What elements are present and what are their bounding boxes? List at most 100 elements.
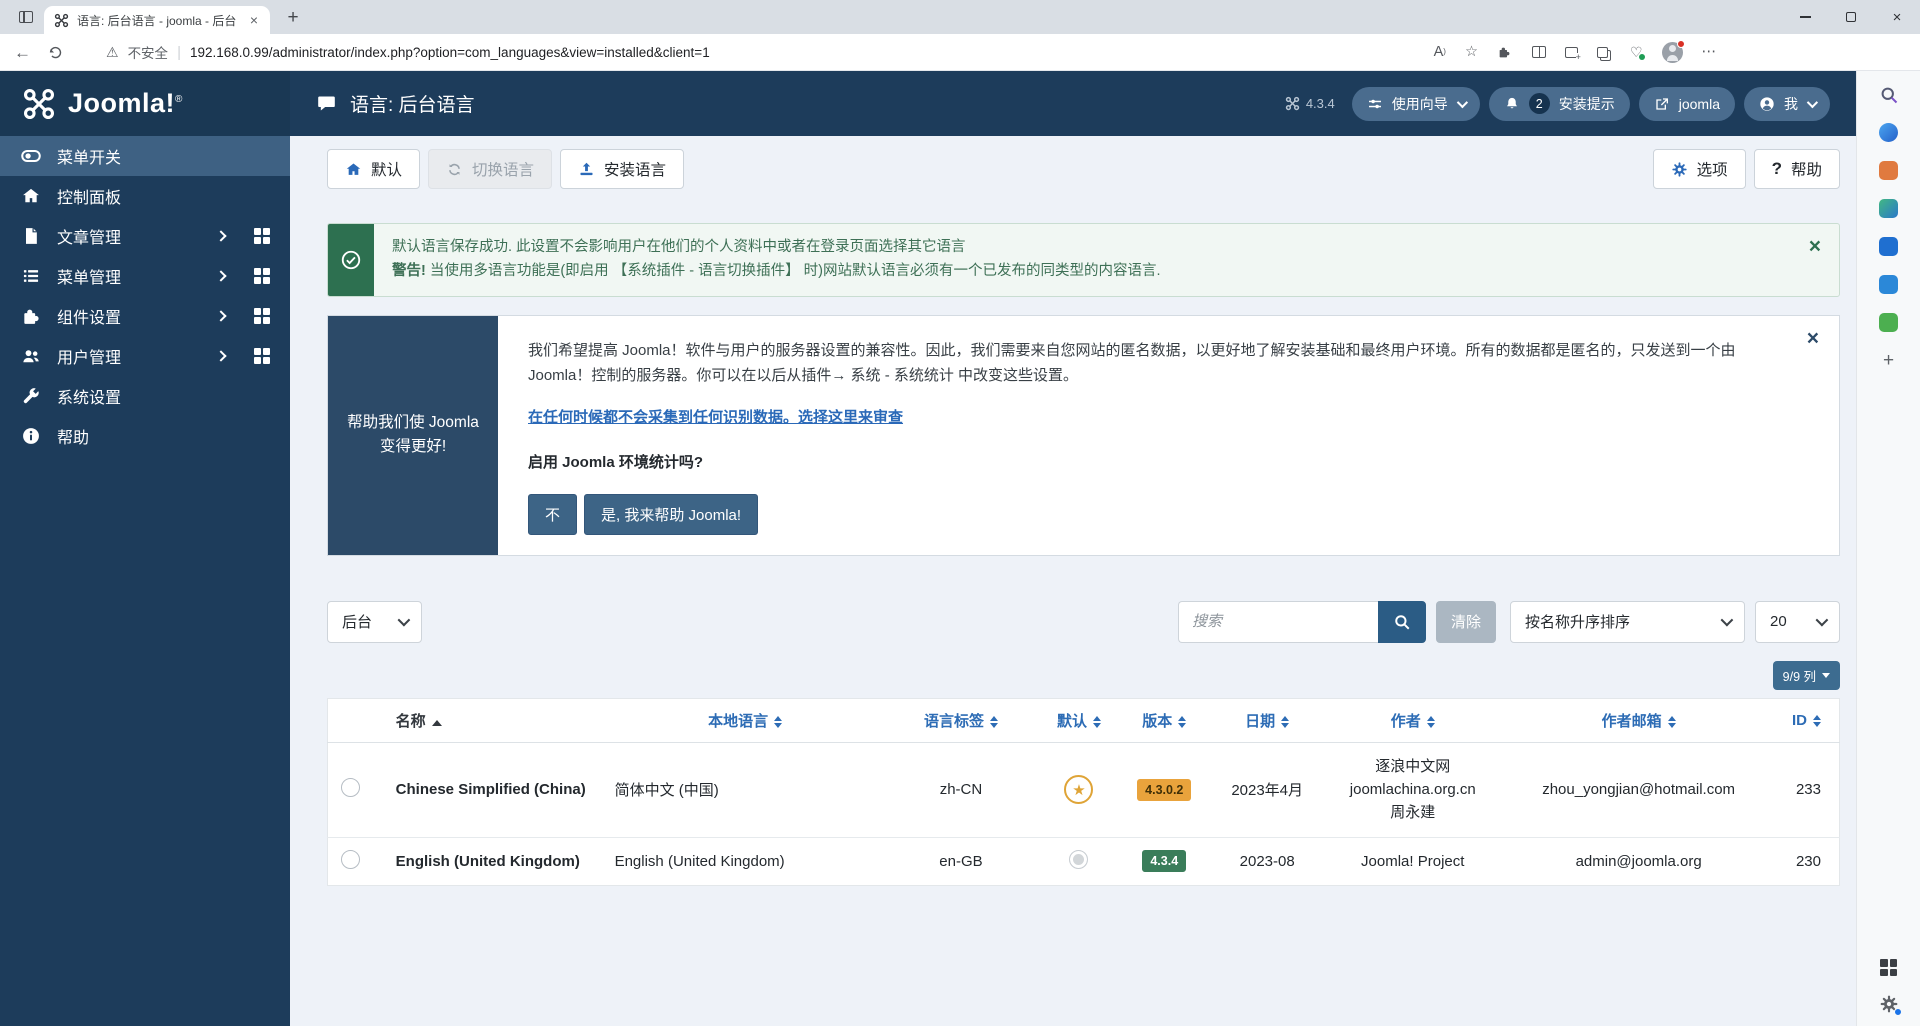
sidebar-shopping-icon[interactable] (1878, 160, 1899, 181)
logo-text: Joomla! (68, 88, 175, 118)
stats-close-icon[interactable]: × (1807, 328, 1819, 349)
columns-badge-row: 9/9 列 (327, 661, 1840, 690)
set-default-radio[interactable] (1069, 850, 1088, 869)
sidebar-microsoft365-icon[interactable] (1878, 274, 1899, 295)
search-submit-button[interactable] (1378, 601, 1426, 643)
dashboard-grid-icon[interactable] (254, 268, 270, 284)
alert-close-icon[interactable]: × (1809, 224, 1839, 296)
designer-glyph (1879, 199, 1898, 218)
profile-avatar[interactable] (1662, 42, 1683, 63)
new-tab-button[interactable]: + (280, 7, 306, 29)
column-header-name[interactable]: 名称 (374, 698, 605, 742)
read-aloud-icon[interactable]: A) (1434, 45, 1446, 60)
sidebar-item-components[interactable]: 组件设置 (0, 296, 290, 336)
browser-tab[interactable]: 语言: 后台语言 - joomla - 后台 × (44, 6, 270, 34)
sidebar-designer-icon[interactable] (1878, 198, 1899, 219)
dashboard-grid-icon[interactable] (254, 348, 270, 364)
filter-bar: 后台 清除 按名称升序排序 (327, 601, 1840, 643)
sidebar-item-articles[interactable]: 文章管理 (0, 216, 290, 256)
sidebar-item-users[interactable]: 用户管理 (0, 336, 290, 376)
stats-panel-aside: 帮助我们使 Joomla 变得更好! (328, 316, 498, 555)
language-id: 233 (1779, 742, 1839, 837)
user-menu-button[interactable]: 我 (1744, 87, 1830, 121)
chevron-right-icon (215, 310, 226, 321)
caret-down-icon (1822, 673, 1830, 678)
language-native: English (United Kingdom) (605, 837, 886, 885)
collections-icon[interactable] (1565, 47, 1578, 58)
minimize-icon (1800, 16, 1811, 18)
settings-menu-icon[interactable]: ⋯ (1702, 45, 1717, 60)
table-header-row: 名称 本地语言 语言标签 默认 版本 日期 作者 作者邮箱 ID (328, 698, 1840, 742)
sidebar-settings-gear-icon[interactable] (1878, 993, 1899, 1014)
refresh-icon[interactable] (47, 44, 64, 61)
column-header-version[interactable]: 版本 (1122, 698, 1207, 742)
switch-language-button[interactable]: 切换语言 (428, 149, 552, 189)
maximize-icon (1846, 12, 1856, 22)
options-button[interactable]: 选项 (1653, 149, 1746, 189)
column-header-author[interactable]: 作者 (1327, 698, 1498, 742)
window-minimize-button[interactable] (1782, 0, 1828, 34)
help-label: 帮助 (1791, 158, 1822, 180)
sidebar-item-help[interactable]: 帮助 (0, 416, 290, 456)
languages-table: 名称 本地语言 语言标签 默认 版本 日期 作者 作者邮箱 ID (327, 698, 1840, 886)
language-tag: zh-CN (886, 742, 1037, 837)
help-button[interactable]: ? 帮助 (1754, 149, 1840, 189)
capture-glyph (1880, 959, 1897, 976)
chevron-down-icon (1807, 96, 1818, 107)
sidebar-item-system[interactable]: 系统设置 (0, 376, 290, 416)
column-header-native[interactable]: 本地语言 (605, 698, 886, 742)
sort-select[interactable]: 按名称升序排序 (1510, 601, 1745, 643)
install-language-button[interactable]: 安装语言 (560, 149, 684, 189)
search-input[interactable] (1178, 601, 1378, 643)
column-header-default[interactable]: 默认 (1036, 698, 1121, 742)
columns-toggle-badge[interactable]: 9/9 列 (1773, 661, 1840, 690)
shopping-glyph (1879, 161, 1898, 180)
m365-glyph (1879, 275, 1898, 294)
check-circle-icon (340, 249, 362, 271)
address-bar[interactable]: ⚠ 不安全 | 192.168.0.99/administrator/index… (80, 42, 1418, 62)
back-icon[interactable]: ← (14, 44, 31, 61)
dashboard-grid-icon[interactable] (254, 228, 270, 244)
row-select-radio[interactable] (341, 850, 360, 869)
dashboard-grid-icon[interactable] (254, 308, 270, 324)
column-header-date[interactable]: 日期 (1207, 698, 1327, 742)
row-select-radio[interactable] (341, 778, 360, 797)
extensions-icon[interactable] (1497, 44, 1513, 60)
tab-close-icon[interactable]: × (248, 12, 260, 28)
favorites-star-icon[interactable]: ☆ (1465, 45, 1478, 60)
default-language-star-icon[interactable]: ★ (1064, 775, 1093, 804)
column-header-tag[interactable]: 语言标签 (886, 698, 1037, 742)
settings-notification-dot (1894, 1008, 1902, 1016)
column-header-email[interactable]: 作者邮箱 (1498, 698, 1779, 742)
guided-tour-button[interactable]: 使用向导 (1352, 87, 1480, 121)
copy-page-icon[interactable] (1597, 47, 1611, 58)
default-button[interactable]: 默认 (327, 149, 420, 189)
client-select[interactable]: 后台 (327, 601, 422, 643)
sidebar-item-control-panel[interactable]: 控制面板 (0, 176, 290, 216)
window-close-button[interactable]: × (1874, 0, 1920, 34)
sidebar-item-menus[interactable]: 菜单管理 (0, 256, 290, 296)
sidebar-item-menu-toggle[interactable]: 菜单开关 (0, 136, 290, 176)
sidebar-eco-icon[interactable] (1878, 312, 1899, 333)
clear-button[interactable]: 清除 (1436, 601, 1496, 643)
screen-capture-icon[interactable] (1878, 957, 1899, 978)
alert-message: 默认语言保存成功. 此设置不会影响用户在他们的个人资料中或者在登录页面选择其它语… (374, 224, 1809, 296)
stats-yes-button[interactable]: 是, 我来帮助 Joomla! (584, 494, 758, 535)
column-header-id[interactable]: ID (1779, 698, 1839, 742)
limit-select[interactable]: 20 (1755, 601, 1840, 643)
browser-essentials-icon[interactable]: ♡ (1630, 45, 1643, 59)
default-label: 默认 (371, 158, 402, 180)
sidebar-search-icon[interactable] (1878, 84, 1899, 105)
stats-no-button[interactable]: 不 (528, 494, 577, 535)
preview-site-button[interactable]: joomla (1639, 87, 1735, 121)
sidebar-outlook-icon[interactable] (1878, 236, 1899, 257)
post-install-messages-button[interactable]: 2 安装提示 (1489, 87, 1630, 121)
sidebar-copilot-icon[interactable] (1878, 122, 1899, 143)
chevron-down-icon (398, 614, 411, 627)
tab-actions-icon[interactable] (12, 3, 40, 31)
alert-line2: 当使用多语言功能是(即启用 【系统插件 - 语言切换插件】 时)网站默认语言必须… (430, 263, 1161, 279)
window-maximize-button[interactable] (1828, 0, 1874, 34)
stats-review-link[interactable]: 在任何时候都不会采集到任何识别数据。选择这里来审查 (528, 405, 903, 431)
split-screen-icon[interactable] (1532, 46, 1546, 58)
sidebar-add-icon[interactable]: + (1878, 350, 1899, 371)
